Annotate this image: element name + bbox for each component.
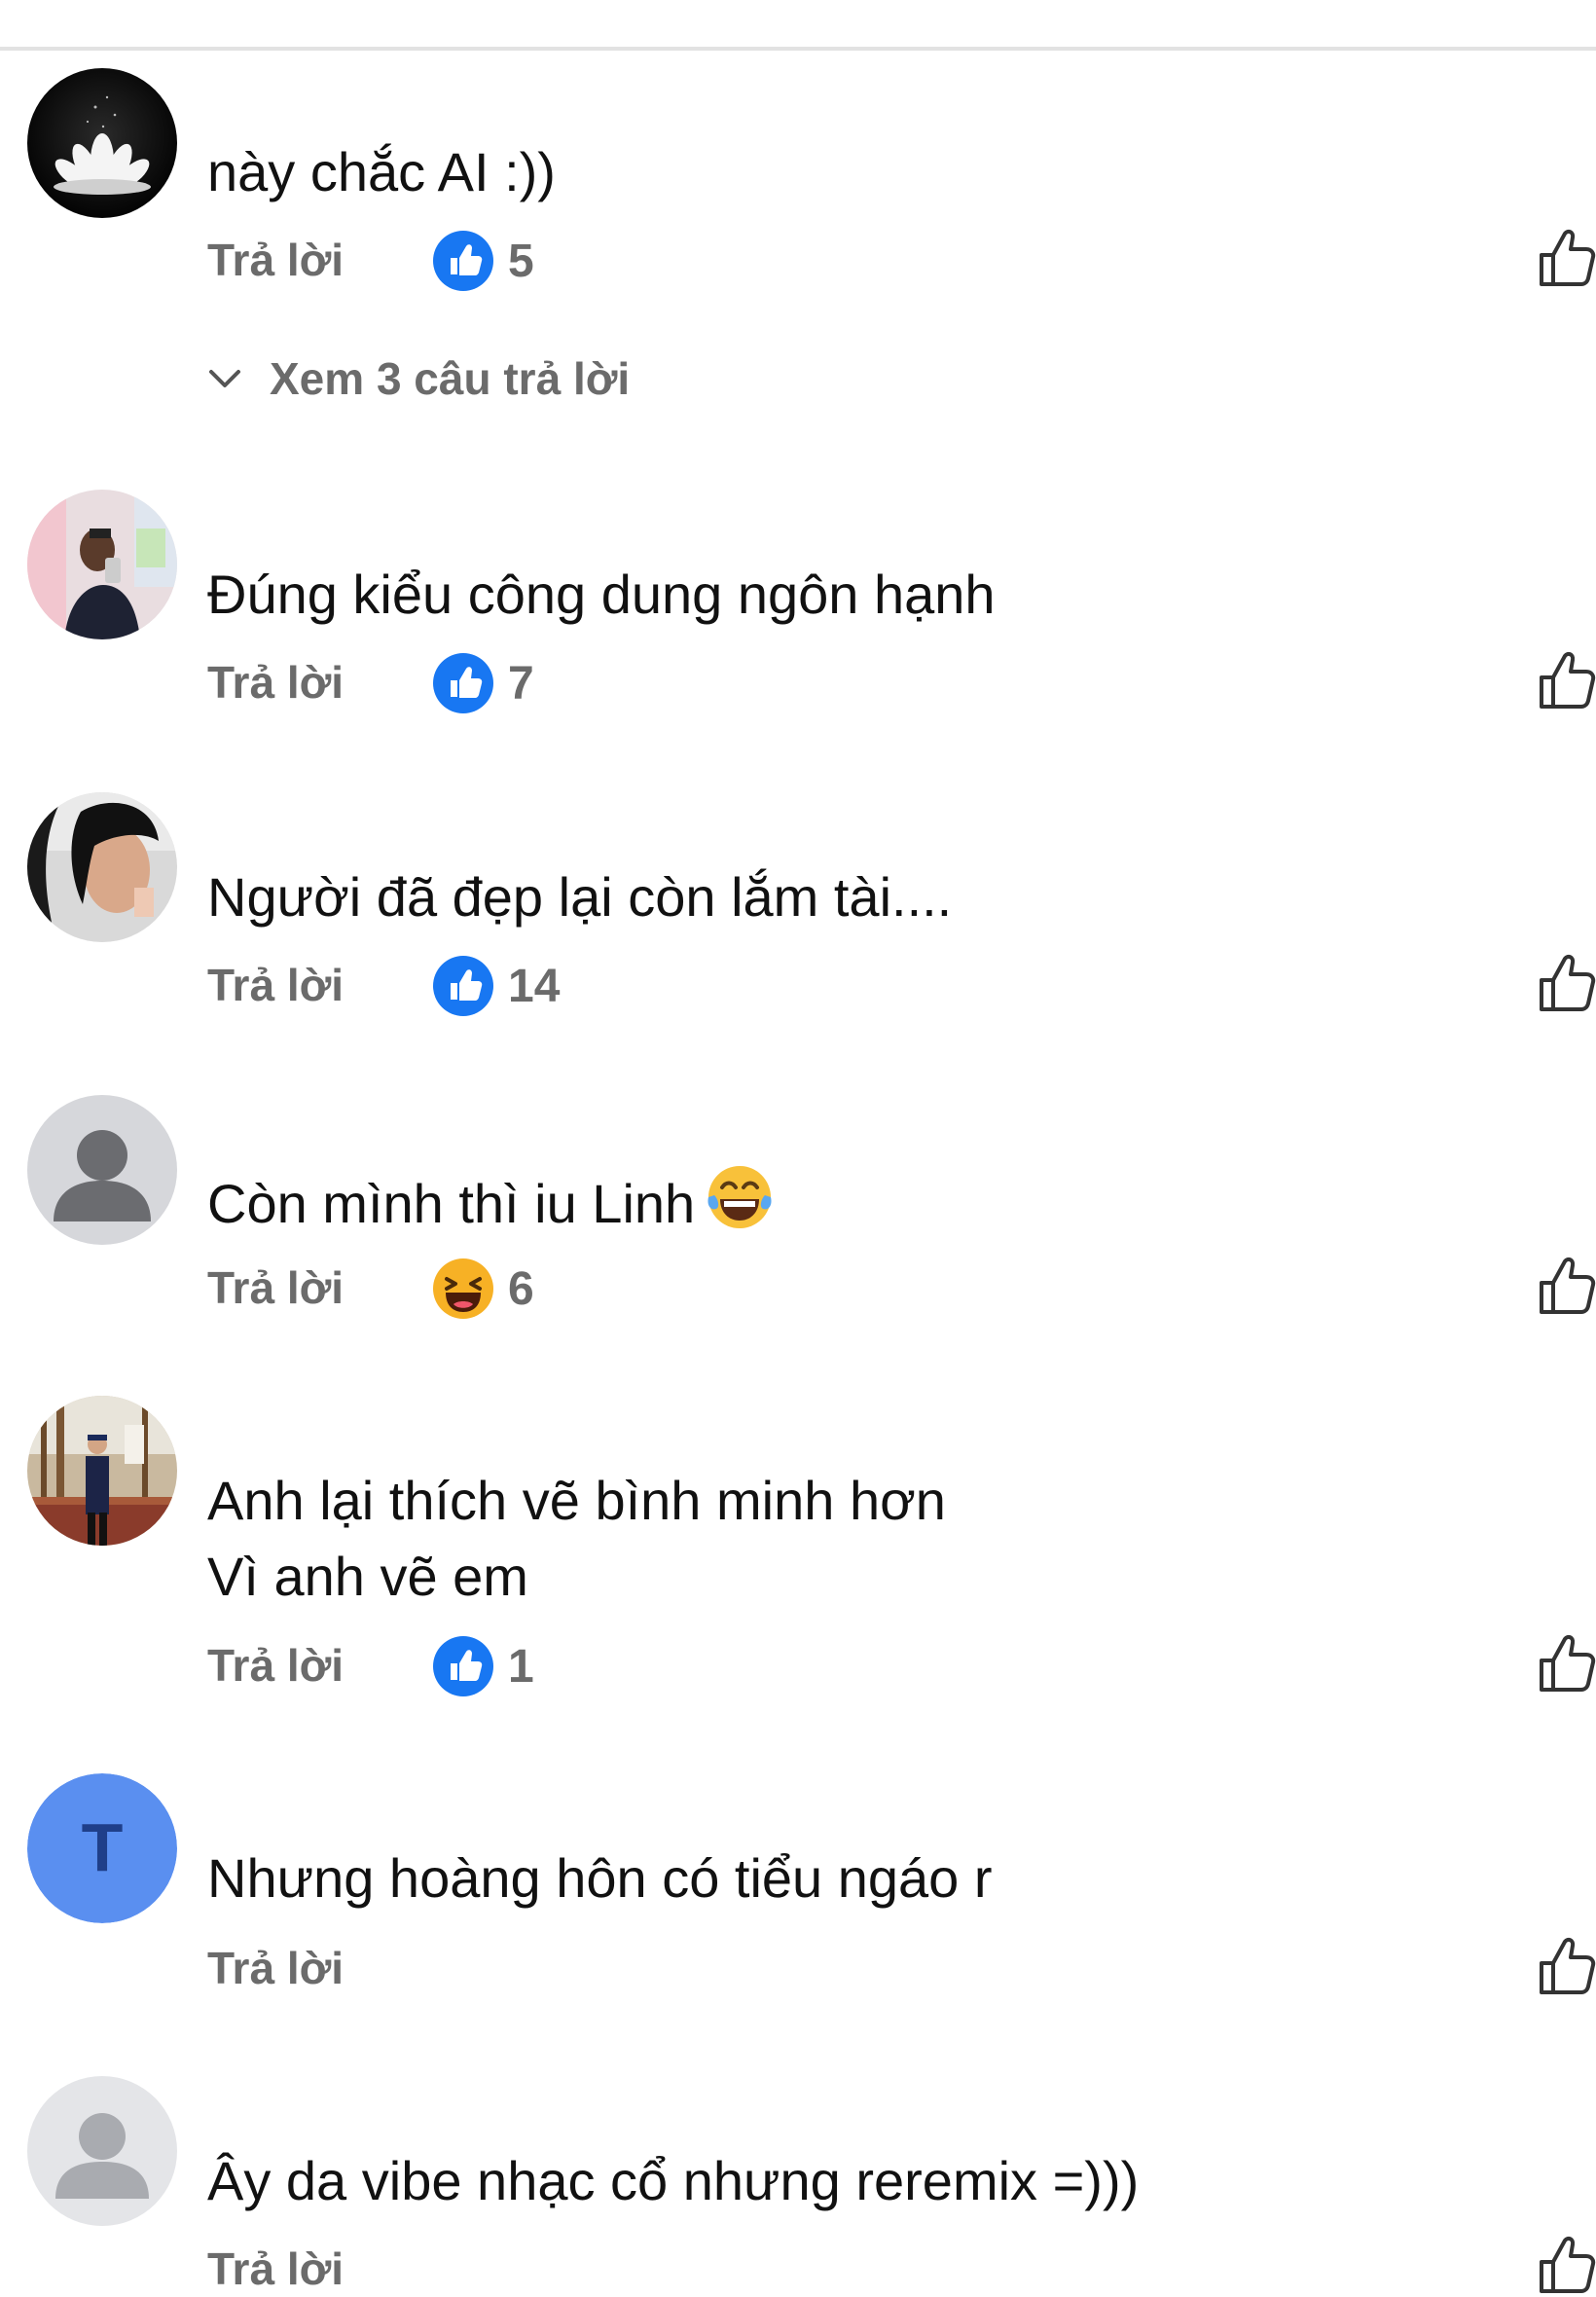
- thumbs-up-icon[interactable]: [1538, 228, 1596, 288]
- default-avatar[interactable]: [27, 1095, 177, 1245]
- top-divider: [0, 47, 1596, 51]
- thumbs-up-icon[interactable]: [1538, 1936, 1596, 1996]
- reaction-summary[interactable]: 1: [432, 1635, 534, 1697]
- comment-line: Nhưng hoàng hôn có tiểu ngáo r: [207, 1847, 993, 1909]
- comment-text: Còn mình thì iu Linh: [207, 1162, 775, 1242]
- like-reaction-icon: [433, 231, 493, 291]
- comment-text: Anh lại thích vẽ bình minh hơn Vì anh vẽ…: [207, 1463, 946, 1615]
- reaction-count: 6: [508, 1262, 534, 1315]
- reaction-summary[interactable]: 5: [432, 230, 534, 292]
- thumbs-up-icon[interactable]: [1538, 953, 1596, 1013]
- like-reaction-icon: [433, 1636, 493, 1696]
- comment-text: Người đã đẹp lại còn lắm tài....: [207, 859, 952, 935]
- comment-line: Đúng kiểu công dung ngôn hạnh: [207, 564, 996, 625]
- comment-line: này chắc AI :)): [207, 141, 556, 202]
- reaction-summary[interactable]: 14: [432, 955, 560, 1017]
- reply-button[interactable]: Trả lời: [207, 2242, 344, 2295]
- comment-line: Anh lại thích vẽ bình minh hơn: [207, 1470, 946, 1531]
- comment-line: Còn mình thì iu Linh: [207, 1173, 696, 1234]
- reaction-count: 7: [508, 657, 534, 710]
- landscape-avatar[interactable]: [27, 1396, 177, 1546]
- like-reaction-icon: [433, 653, 493, 713]
- reaction-count: 1: [508, 1640, 534, 1693]
- selfie-avatar[interactable]: [27, 490, 177, 639]
- portrait-avatar[interactable]: [27, 792, 177, 942]
- haha-reaction-icon: [433, 1258, 493, 1319]
- lotus-avatar[interactable]: [27, 68, 177, 218]
- comments-screen: này chắc AI :)) Trả lời 5 Xem 3 câu trả …: [0, 0, 1596, 2297]
- like-reaction-icon: [433, 956, 493, 1016]
- comment-line: Người đã đẹp lại còn lắm tài....: [207, 866, 953, 928]
- avatar-letter: T: [82, 1809, 124, 1885]
- reply-button[interactable]: Trả lời: [207, 1942, 344, 1994]
- thumbs-up-icon[interactable]: [1538, 1633, 1596, 1694]
- reaction-count: 5: [508, 235, 534, 287]
- comment-text: Đúng kiểu công dung ngôn hạnh: [207, 557, 996, 633]
- letter-avatar[interactable]: T: [27, 1773, 177, 1923]
- reply-button[interactable]: Trả lời: [207, 959, 344, 1011]
- thumbs-up-icon[interactable]: [1538, 650, 1596, 711]
- laughing-tears-emoji-icon: [705, 1162, 775, 1232]
- reaction-summary[interactable]: 7: [432, 652, 534, 714]
- reply-button[interactable]: Trả lời: [207, 234, 344, 286]
- reply-button[interactable]: Trả lời: [207, 1639, 344, 1692]
- comment-text: Nhưng hoàng hôn có tiểu ngáo r: [207, 1841, 993, 1916]
- reaction-summary[interactable]: 6: [432, 1258, 534, 1320]
- reply-button[interactable]: Trả lời: [207, 656, 344, 709]
- comment-line: Ây da vibe nhạc cổ nhưng reremix =))): [207, 2150, 1140, 2211]
- default-avatar[interactable]: [27, 2076, 177, 2226]
- view-replies-label: Xem 3 câu trả lời: [270, 353, 631, 404]
- thumbs-up-icon[interactable]: [1538, 2235, 1596, 2295]
- reaction-count: 14: [508, 960, 561, 1012]
- reply-button[interactable]: Trả lời: [207, 1261, 344, 1314]
- view-replies-button[interactable]: Xem 3 câu trả lời: [207, 352, 630, 405]
- thumbs-up-icon[interactable]: [1538, 1256, 1596, 1316]
- comment-text: này chắc AI :)): [207, 134, 556, 210]
- comment-line: Vì anh vẽ em: [207, 1546, 528, 1607]
- comment-text: Ây da vibe nhạc cổ nhưng reremix =))): [207, 2143, 1139, 2219]
- chevron-down-icon: [209, 370, 240, 387]
